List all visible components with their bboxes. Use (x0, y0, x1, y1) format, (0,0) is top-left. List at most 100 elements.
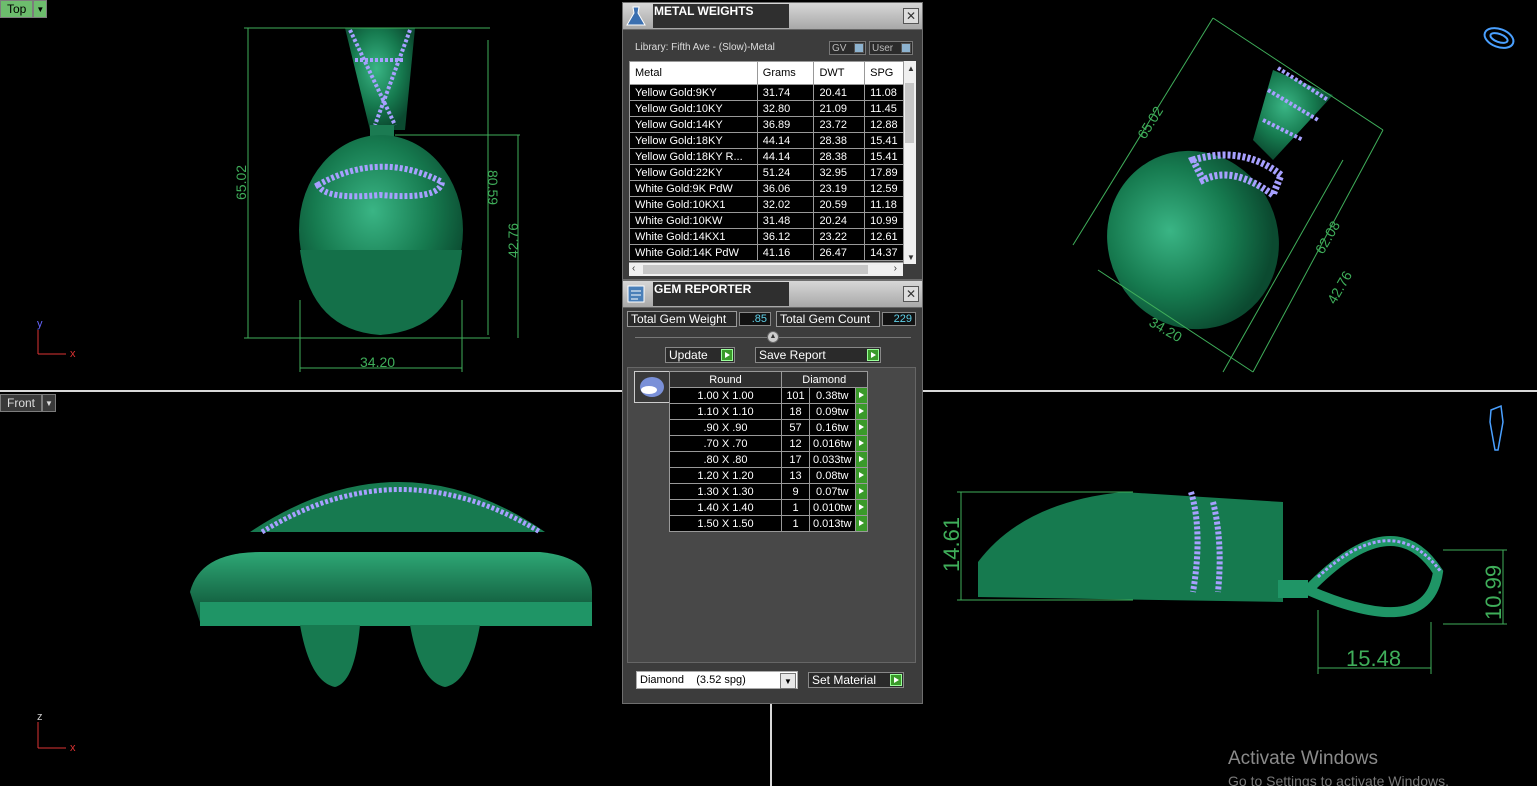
table-row[interactable]: Yellow Gold:18KY R... 44.14 28.38 15.41 (629, 148, 909, 165)
viewport-top-name[interactable]: Top (0, 0, 34, 18)
metal-table-vscroll[interactable]: ▲ ▼ (903, 61, 916, 264)
material-select[interactable]: Diamond (3.52 spg) ▼ (636, 671, 798, 689)
table-row[interactable]: 1.10 X 1.10 18 0.09tw (669, 403, 868, 420)
scroll-right-icon[interactable]: › (894, 263, 897, 274)
toggle-icon (854, 43, 864, 53)
table-cell: 0.09tw (809, 403, 856, 420)
table-row[interactable]: 1.50 X 1.50 1 0.013tw (669, 515, 868, 532)
axis-top-x: x (70, 348, 76, 360)
table-cell: 1.40 X 1.40 (669, 499, 782, 516)
table-cell: 18 (781, 403, 810, 420)
table-row[interactable]: .80 X .80 17 0.033tw (669, 451, 868, 468)
table-row[interactable]: White Gold:10KW 31.48 20.24 10.99 (629, 212, 909, 229)
table-cell: Yellow Gold:18KY R... (629, 148, 758, 165)
metal-col-header[interactable]: Grams (756, 61, 815, 85)
table-cell: 10.99 (864, 212, 909, 229)
collapse-icon[interactable]: ▲ (767, 331, 779, 343)
scroll-down-icon[interactable]: ▼ (907, 253, 915, 262)
table-cell: Yellow Gold:10KY (629, 100, 758, 117)
table-cell: 23.72 (813, 116, 866, 133)
table-row[interactable]: 1.20 X 1.20 13 0.08tw (669, 467, 868, 484)
table-cell: 12 (781, 435, 810, 452)
gem-table-area: Round Diamond 1.00 X 1.00 101 0.38tw 1.10 X… (627, 367, 916, 663)
table-cell: 17 (781, 451, 810, 468)
row-play-icon[interactable] (854, 387, 868, 404)
gem-table: Round Diamond 1.00 X 1.00 101 0.38tw 1.10 X… (669, 371, 868, 532)
row-play-icon[interactable] (854, 483, 868, 500)
table-cell: 0.07tw (809, 483, 856, 500)
table-cell: Yellow Gold:14KY (629, 116, 758, 133)
table-row[interactable]: Yellow Gold:18KY 44.14 28.38 15.41 (629, 132, 909, 149)
table-row[interactable]: 1.30 X 1.30 9 0.07tw (669, 483, 868, 500)
table-row[interactable]: Yellow Gold:10KY 32.80 21.09 11.45 (629, 100, 909, 117)
user-toggle[interactable]: User (869, 41, 913, 55)
table-row[interactable]: White Gold:9K PdW 36.06 23.19 12.59 (629, 180, 909, 197)
close-icon[interactable]: ✕ (903, 286, 919, 302)
table-cell: 13 (781, 467, 810, 484)
metal-table-hscroll[interactable]: ‹ › (629, 262, 903, 276)
gem-reporter-titlebar[interactable]: GEM REPORTER ✕ (623, 281, 922, 308)
metal-weights-titlebar[interactable]: METAL WEIGHTS ✕ (623, 3, 922, 30)
row-play-icon[interactable] (854, 499, 868, 516)
gem-shape-thumbnail[interactable] (634, 371, 670, 403)
table-cell: 51.24 (756, 164, 815, 181)
total-gem-count-label: Total Gem Count (776, 311, 880, 327)
play-icon (890, 674, 902, 686)
table-cell: 20.41 (813, 84, 866, 101)
row-play-icon[interactable] (854, 467, 868, 484)
viewport-right[interactable]: 14.61 10.99 15.48 y z Activate Windows G… (923, 392, 1537, 786)
table-row[interactable]: White Gold:14KX1 36.12 23.22 12.61 (629, 228, 909, 245)
table-cell: 0.16tw (809, 419, 856, 436)
library-label: Library: Fifth Ave - (Slow)-Metal (635, 42, 775, 53)
metal-table-container[interactable]: Metal Grams DWT SPG Yellow Gold:9KY 31.74 20.… (629, 61, 909, 264)
table-cell: 31.48 (756, 212, 815, 229)
chevron-down-icon[interactable]: ▼ (780, 673, 796, 689)
table-row[interactable]: Yellow Gold:9KY 31.74 20.41 11.08 (629, 84, 909, 101)
row-play-icon[interactable] (854, 515, 868, 532)
gem-reporter-panel: GEM REPORTER ✕ Total Gem Weight .85 Tota… (622, 280, 923, 704)
set-material-button[interactable]: Set Material (808, 672, 904, 688)
table-row[interactable]: Yellow Gold:14KY 36.89 23.72 12.88 (629, 116, 909, 133)
table-row[interactable]: .90 X .90 57 0.16tw (669, 419, 868, 436)
table-cell: 21.09 (813, 100, 866, 117)
row-play-icon[interactable] (854, 419, 868, 436)
viewport-front-name[interactable]: Front (0, 394, 43, 412)
viewport-top[interactable]: 65.02 80.59 42.76 34.20 x y Top ▼ (0, 0, 622, 390)
metal-col-header[interactable]: SPG (864, 61, 909, 85)
update-button[interactable]: Update (665, 347, 735, 363)
table-cell: 1.30 X 1.30 (669, 483, 782, 500)
table-cell: .90 X .90 (669, 419, 782, 436)
viewport-perspective[interactable]: 65.02 62.08 42.76 34.20 (923, 0, 1537, 390)
table-row[interactable]: 1.40 X 1.40 1 0.010tw (669, 499, 868, 516)
scroll-thumb[interactable] (905, 83, 914, 143)
viewport-top-label[interactable]: Top ▼ (0, 0, 48, 18)
viewport-front[interactable]: x z Front ▼ (0, 392, 622, 786)
hscroll-thumb[interactable] (643, 265, 868, 274)
chevron-down-icon[interactable]: ▼ (33, 0, 48, 18)
chevron-down-icon[interactable]: ▼ (42, 394, 57, 412)
table-cell: 44.14 (756, 148, 815, 165)
table-cell: 1.00 X 1.00 (669, 387, 782, 404)
total-gem-count-value: 229 (882, 312, 916, 326)
row-play-icon[interactable] (854, 403, 868, 420)
table-cell: 0.010tw (809, 499, 856, 516)
table-row[interactable]: White Gold:14K PdW 41.16 26.47 14.37 (629, 244, 909, 261)
scroll-left-icon[interactable]: ‹ (632, 263, 635, 274)
metal-col-header[interactable]: DWT (813, 61, 866, 85)
close-icon[interactable]: ✕ (903, 8, 919, 24)
table-row[interactable]: .70 X .70 12 0.016tw (669, 435, 868, 452)
table-row[interactable]: White Gold:10KX1 32.02 20.59 11.18 (629, 196, 909, 213)
material-select-value: Diamond (3.52 spg) (640, 674, 746, 686)
dim-right-3: 15.48 (1346, 646, 1401, 671)
table-row[interactable]: Yellow Gold:22KY 51.24 32.95 17.89 (629, 164, 909, 181)
scroll-up-icon[interactable]: ▲ (907, 64, 915, 73)
save-report-button[interactable]: Save Report (755, 347, 881, 363)
row-play-icon[interactable] (854, 435, 868, 452)
table-cell: 36.89 (756, 116, 815, 133)
table-row[interactable]: 1.00 X 1.00 101 0.38tw (669, 387, 868, 404)
total-gem-weight-value: .85 (739, 312, 771, 326)
metal-col-header[interactable]: Metal (629, 61, 758, 85)
viewport-front-label[interactable]: Front ▼ (0, 394, 57, 412)
gv-toggle[interactable]: GV (829, 41, 866, 55)
row-play-icon[interactable] (854, 451, 868, 468)
